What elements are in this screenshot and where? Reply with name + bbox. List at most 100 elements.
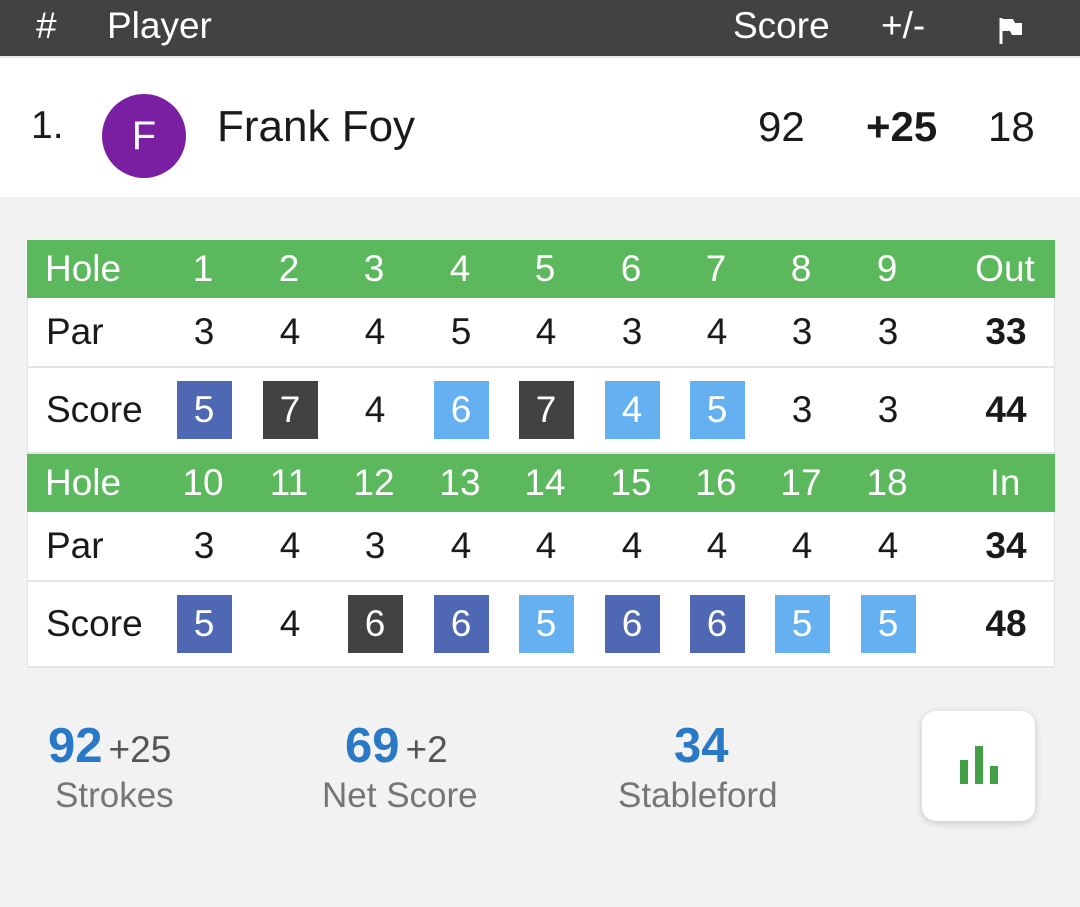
hole-number: 16 xyxy=(695,462,737,503)
score-badge-birdie: 6 xyxy=(433,381,489,439)
hole-number: 5 xyxy=(534,248,556,289)
strokes-label: Strokes xyxy=(55,776,174,815)
par-value: 4 xyxy=(450,525,472,566)
score-badge-none: 3 xyxy=(791,389,813,430)
strokes-diff: +25 xyxy=(108,729,172,770)
par-label: Par xyxy=(46,311,104,352)
par-value: 5 xyxy=(450,311,472,352)
front-score-row: Score 5 7 4 6 7 4 5 3 3 44 xyxy=(27,368,1055,454)
hole-number: 11 xyxy=(269,462,309,503)
par-total: 33 xyxy=(985,311,1027,352)
front-par-row: Par 3 4 4 5 4 3 4 3 3 33 xyxy=(27,298,1055,368)
hole-number: 12 xyxy=(353,462,395,503)
net-score-stat: 69 +2 Net Score xyxy=(322,718,478,815)
hole-number: 4 xyxy=(449,248,471,289)
out-label: Out xyxy=(975,248,1035,289)
back-hole-row: Hole 10 11 12 13 14 15 16 17 18 In xyxy=(27,454,1055,512)
player-row[interactable]: 1. F Frank Foy 92 +25 18 xyxy=(0,56,1080,197)
score-badge-none: 4 xyxy=(279,603,301,644)
hole-score: 3 xyxy=(774,368,830,452)
net-score-diff: +2 xyxy=(405,729,448,770)
score-badge-birdie: 5 xyxy=(518,595,574,653)
hole-score: 6 xyxy=(347,582,403,666)
par-value: 3 xyxy=(364,525,386,566)
par-value: 4 xyxy=(621,525,643,566)
score-badge-double: 7 xyxy=(518,381,574,439)
hole-number: 6 xyxy=(620,248,642,289)
score-badge-birdie: 4 xyxy=(604,381,660,439)
hole-number: 2 xyxy=(278,248,300,289)
hole-number: 10 xyxy=(182,462,224,503)
hole-number: 7 xyxy=(705,248,727,289)
par-value: 3 xyxy=(877,311,899,352)
hole-score: 5 xyxy=(176,582,232,666)
par-value: 4 xyxy=(535,311,557,352)
hole-score: 5 xyxy=(860,582,916,666)
par-value: 4 xyxy=(706,525,728,566)
score-badge-none: 4 xyxy=(364,389,386,430)
score-label: Score xyxy=(46,603,143,644)
avatar: F xyxy=(102,94,186,178)
bar-chart-icon xyxy=(957,742,1001,791)
in-label: In xyxy=(989,462,1021,503)
score-badge-none: 3 xyxy=(877,389,899,430)
hole-score: 7 xyxy=(262,368,318,452)
par-value: 4 xyxy=(279,525,301,566)
hole-number: 1 xyxy=(192,248,214,289)
hole-score: 4 xyxy=(262,582,318,666)
hole-score: 5 xyxy=(176,368,232,452)
par-value: 4 xyxy=(791,525,813,566)
hole-score: 6 xyxy=(433,582,489,666)
leaderboard-header: # Player Score +/- xyxy=(0,0,1080,56)
score-badge-birdie: 5 xyxy=(689,381,745,439)
par-value: 3 xyxy=(791,311,813,352)
scorecard: Hole 1 2 3 4 5 6 7 8 9 Out Par 3 4 4 5 4 3 4 3 3 33 Score 5 7 4 6 7… xyxy=(27,240,1055,668)
hole-number: 15 xyxy=(610,462,652,503)
hole-number: 3 xyxy=(363,248,385,289)
hole-label: Hole xyxy=(45,248,122,289)
par-value: 4 xyxy=(364,311,386,352)
par-total: 34 xyxy=(985,525,1027,566)
player-position: 1. xyxy=(31,104,64,147)
stableford-value: 34 xyxy=(674,719,729,773)
net-score-value: 69 xyxy=(345,719,400,773)
par-value: 4 xyxy=(706,311,728,352)
score-badge-birdie: 5 xyxy=(774,595,830,653)
hole-score: 3 xyxy=(860,368,916,452)
hole-number: 13 xyxy=(439,462,481,503)
flag-icon[interactable] xyxy=(996,12,1026,44)
hole-score: 4 xyxy=(604,368,660,452)
hole-number: 9 xyxy=(876,248,898,289)
plus-minus-column-header[interactable]: +/- xyxy=(881,4,925,48)
strokes-value: 92 xyxy=(48,719,103,773)
stableford-stat: 34 Stableford xyxy=(618,718,778,815)
score-badge-bogey: 5 xyxy=(176,595,232,653)
strokes-stat: 92 +25 Strokes xyxy=(48,718,174,815)
par-label: Par xyxy=(46,525,104,566)
hole-label: Hole xyxy=(45,462,122,503)
score-badge-bogey: 6 xyxy=(433,595,489,653)
stats-chart-button[interactable] xyxy=(922,711,1035,821)
player-score: 92 xyxy=(758,103,805,150)
hole-number: 14 xyxy=(524,462,566,503)
rank-column-header: # xyxy=(36,5,57,46)
hole-score: 6 xyxy=(604,582,660,666)
stableford-label: Stableford xyxy=(618,776,778,815)
player-column-header[interactable]: Player xyxy=(107,4,212,48)
back-score-row: Score 5 4 6 6 5 6 6 5 5 48 xyxy=(27,582,1055,668)
score-badge-bogey: 6 xyxy=(689,595,745,653)
par-value: 4 xyxy=(535,525,557,566)
front-hole-row: Hole 1 2 3 4 5 6 7 8 9 Out xyxy=(27,240,1055,298)
score-badge-double: 7 xyxy=(262,381,318,439)
par-value: 3 xyxy=(621,311,643,352)
hole-number: 18 xyxy=(866,462,908,503)
back-par-row: Par 3 4 3 4 4 4 4 4 4 34 xyxy=(27,512,1055,582)
hole-score: 4 xyxy=(347,368,403,452)
score-total: 48 xyxy=(985,603,1027,644)
par-value: 3 xyxy=(193,525,215,566)
score-column-header[interactable]: Score xyxy=(733,4,830,48)
hole-score: 5 xyxy=(518,582,574,666)
score-badge-bogey: 5 xyxy=(176,381,232,439)
player-holes-played: 18 xyxy=(988,103,1035,150)
score-badge-bogey: 6 xyxy=(604,595,660,653)
